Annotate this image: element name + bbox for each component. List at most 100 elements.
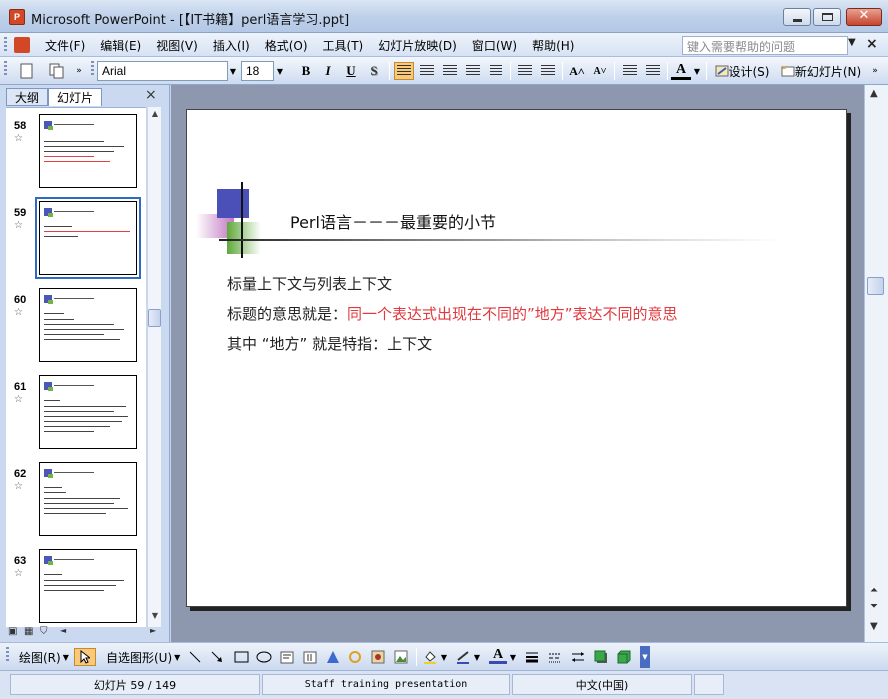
scroll-down-icon[interactable]: ▼ — [148, 611, 162, 625]
slide-thumbnail-61[interactable]: 61 ☆ — [6, 369, 146, 457]
line-tool-icon[interactable] — [187, 648, 203, 666]
line-style-icon[interactable] — [523, 648, 541, 666]
select-pointer-icon[interactable] — [74, 648, 96, 666]
3d-style-icon[interactable] — [615, 648, 633, 666]
distribute-button[interactable] — [486, 62, 506, 80]
scroll-up-icon[interactable]: ▲ — [148, 109, 162, 123]
justify-button[interactable] — [463, 62, 483, 80]
fill-color-icon[interactable] — [421, 648, 439, 666]
diagram-icon[interactable] — [346, 648, 364, 666]
pane-close-button[interactable]: × — [145, 87, 157, 103]
slide-body-line-2[interactable]: 标题的意思就是：同一个表达式出现在不同的”地方”表达不同的意思 — [227, 303, 678, 324]
current-slide[interactable]: Perl语言－－－最重要的小节 标量上下文与列表上下文 标题的意思就是：同一个表… — [186, 109, 847, 607]
menu-insert[interactable]: 插入(I) — [213, 37, 258, 54]
font-color-dropdown-icon[interactable]: ▼ — [692, 62, 702, 80]
slide-body-line-3[interactable]: 其中 “地方” 就是特指：上下文 — [227, 333, 432, 354]
menu-tools[interactable]: 工具(T) — [323, 37, 372, 54]
line-color-icon[interactable] — [454, 648, 472, 666]
arrow-style-icon[interactable] — [569, 648, 587, 666]
slide-thumbnail-image[interactable] — [35, 197, 141, 279]
help-search-input[interactable]: 键入需要帮助的问题 — [682, 36, 848, 55]
slide-title[interactable]: Perl语言－－－最重要的小节 — [290, 209, 496, 233]
wordart-icon[interactable] — [324, 648, 342, 666]
align-right-button[interactable] — [440, 62, 460, 80]
new-slide-button[interactable]: 新幻灯片(N) — [776, 62, 866, 80]
font-size-dropdown-icon[interactable]: ▼ — [274, 61, 286, 81]
slide-thumbnail-image[interactable] — [39, 288, 137, 362]
previous-slide-icon[interactable]: ⏶ — [870, 585, 878, 596]
new-document-icon[interactable] — [17, 62, 37, 80]
align-center-button[interactable] — [417, 62, 437, 80]
increase-indent-button[interactable] — [643, 62, 663, 80]
design-button[interactable]: 设计(S) — [711, 62, 773, 80]
slide-thumbnail-63[interactable]: 63 ☆ — [6, 543, 146, 627]
slide-thumbnail-image[interactable] — [39, 114, 137, 188]
font-name-dropdown-icon[interactable]: ▼ — [227, 61, 239, 81]
shadow-button[interactable]: S — [364, 62, 384, 80]
text-box-tool-icon[interactable] — [278, 648, 296, 666]
font-name-combo[interactable]: Arial — [97, 61, 228, 81]
scroll-left-icon[interactable]: ◄ — [60, 626, 66, 635]
draw-menu-button[interactable]: 绘图(R) ▼ — [19, 648, 69, 666]
scrollbar-thumb[interactable] — [867, 277, 884, 295]
menu-edit[interactable]: 编辑(E) — [100, 37, 149, 54]
tab-outline[interactable]: 大纲 — [6, 88, 49, 106]
close-document-button[interactable]: × — [866, 36, 878, 52]
slide-body-line-1[interactable]: 标量上下文与列表上下文 — [227, 273, 392, 294]
copy-icon[interactable] — [47, 62, 67, 80]
toolbar-options-icon[interactable]: » — [72, 62, 86, 80]
scroll-up-icon[interactable]: ▲ — [870, 88, 878, 99]
menu-slideshow[interactable]: 幻灯片放映(D) — [378, 37, 465, 54]
align-left-button[interactable] — [394, 62, 414, 80]
menu-window[interactable]: 窗口(W) — [472, 37, 525, 54]
shadow-style-icon[interactable] — [592, 648, 610, 666]
rectangle-tool-icon[interactable] — [232, 648, 250, 666]
maximize-button[interactable] — [813, 8, 841, 26]
drawbar-overflow-icon[interactable]: ▼ — [640, 646, 650, 668]
clip-art-icon[interactable] — [369, 648, 387, 666]
menu-file[interactable]: 文件(F) — [45, 37, 93, 54]
italic-button[interactable]: I — [318, 62, 338, 80]
font-size-combo[interactable]: 18 — [241, 61, 274, 81]
numbering-button[interactable] — [515, 62, 535, 80]
scroll-down-icon[interactable]: ▼ — [870, 621, 878, 632]
text-color-button[interactable]: A — [489, 647, 507, 664]
help-dropdown-icon[interactable]: ▼ — [848, 37, 856, 48]
design-template-status[interactable]: Staff training presentation — [262, 674, 510, 695]
slide-thumbnail-image[interactable] — [39, 375, 137, 449]
decrease-indent-button[interactable] — [620, 62, 640, 80]
menu-view[interactable]: 视图(V) — [156, 37, 206, 54]
increase-font-button[interactable]: A˄ — [567, 62, 587, 80]
toolbar-overflow-icon[interactable]: » — [869, 62, 881, 80]
menu-format[interactable]: 格式(O) — [265, 37, 316, 54]
menubar-grip[interactable] — [4, 37, 7, 53]
slide-thumbnail-58[interactable]: 58 ☆ — [6, 108, 146, 196]
slideshow-view-icon[interactable]: ⛉ — [40, 626, 48, 637]
decrease-font-button[interactable]: A˅ — [590, 62, 610, 80]
menu-help[interactable]: 帮助(H) — [532, 37, 582, 54]
next-slide-icon[interactable]: ⏷ — [870, 601, 878, 612]
slide-sorter-view-icon[interactable]: ▦ — [24, 626, 33, 637]
document-icon[interactable] — [14, 37, 30, 53]
insert-picture-icon[interactable] — [392, 648, 410, 666]
thumbnail-scrollbar[interactable]: ▲ ▼ — [147, 107, 161, 627]
vertical-text-box-icon[interactable] — [301, 648, 319, 666]
minimize-button[interactable] — [783, 8, 811, 26]
slide-thumbnail-59[interactable]: 59 ☆ — [6, 195, 146, 283]
slide-scrollbar[interactable]: ▲ ⏶ ⏷ ▼ — [864, 85, 888, 642]
close-window-button[interactable]: ✕ — [846, 8, 882, 26]
bullets-button[interactable] — [538, 62, 558, 80]
underline-button[interactable]: U — [341, 62, 361, 80]
drawbar-grip[interactable] — [6, 647, 9, 663]
scrollbar-thumb[interactable] — [148, 309, 161, 327]
toolbar-grip-2[interactable] — [91, 61, 94, 77]
bold-button[interactable]: B — [296, 62, 316, 80]
arrow-tool-icon[interactable] — [209, 648, 225, 666]
line-color-dropdown-icon[interactable]: ▼ — [473, 648, 481, 666]
powerpoint-app-icon[interactable]: P — [9, 9, 25, 25]
font-color-button[interactable]: A — [671, 62, 691, 80]
dash-style-icon[interactable] — [546, 648, 564, 666]
scroll-right-icon[interactable]: ► — [150, 626, 156, 635]
normal-view-icon[interactable]: ▣ — [8, 626, 17, 637]
slide-thumbnail-image[interactable] — [39, 549, 137, 623]
